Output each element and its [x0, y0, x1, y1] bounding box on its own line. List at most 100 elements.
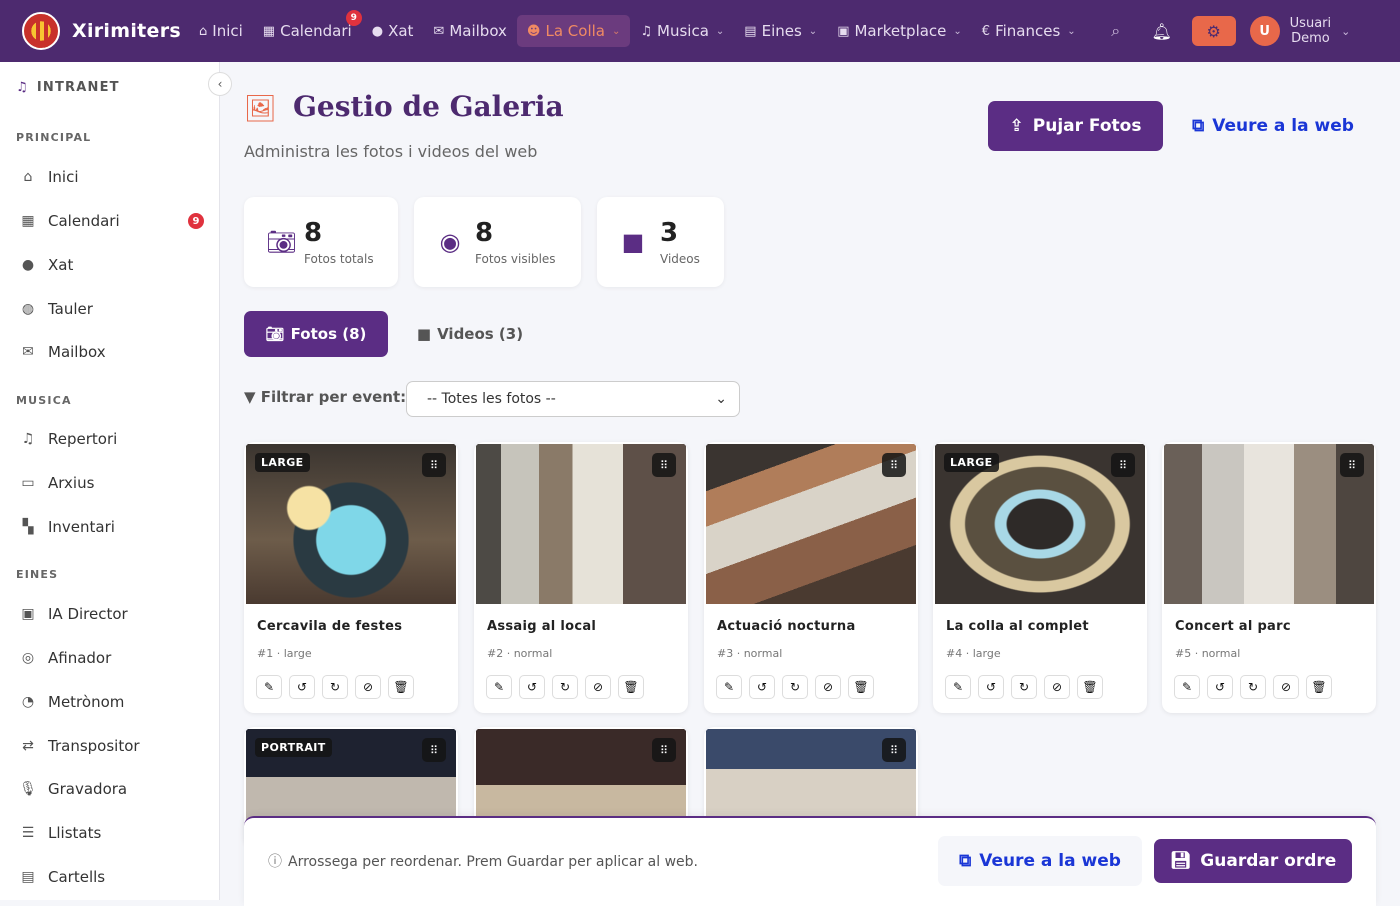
- photo-thumbnail: LARGE ⠿: [246, 444, 456, 604]
- music-icon: ♫: [21, 431, 35, 447]
- eye-slash-icon[interactable]: ⊘: [355, 675, 381, 699]
- user-menu[interactable]: Usuari Demo: [1290, 16, 1331, 46]
- photo-card[interactable]: ⠿ Assaig al local #2 · normal ✎ ↺ ↻ ⊘ 🗑︎: [474, 442, 688, 713]
- rotate-right-icon[interactable]: ↻: [322, 675, 348, 699]
- trash-icon[interactable]: 🗑︎: [848, 675, 874, 699]
- edit-icon[interactable]: ✎: [256, 675, 282, 699]
- photo-card[interactable]: LARGE ⠿ La colla al complet #4 · large ✎ ↺…: [933, 442, 1147, 713]
- sidebar-item-gravadora[interactable]: 🎙︎ Gravadora: [16, 774, 206, 804]
- nav-eines[interactable]: ▤ Eines ⌄: [734, 15, 827, 47]
- sidebar-item-tauler[interactable]: ◍ Tauler: [16, 294, 206, 324]
- music-icon: ♫: [16, 80, 29, 95]
- drag-handle-icon[interactable]: ⠿: [1340, 453, 1364, 477]
- photo-card[interactable]: ⠿ Actuació nocturna #3 · normal ✎ ↺ ↻ ⊘ 🗑︎: [704, 442, 918, 713]
- sidebar-item-inici[interactable]: ⌂ Inici: [16, 162, 206, 192]
- edit-icon[interactable]: ✎: [1174, 675, 1200, 699]
- nav-xat[interactable]: ● Xat: [362, 15, 424, 47]
- chevron-down-icon[interactable]: ⌄: [1341, 25, 1350, 38]
- rotate-left-icon[interactable]: ↺: [519, 675, 545, 699]
- sidebar-item-calendari[interactable]: ▦ Calendari 9: [16, 206, 206, 236]
- edit-icon[interactable]: ✎: [486, 675, 512, 699]
- settings-button[interactable]: ⚙: [1191, 16, 1236, 46]
- save-order-button[interactable]: 💾︎ Guardar ordre: [1154, 839, 1352, 883]
- upload-icon: ⇪: [1009, 116, 1024, 136]
- upload-photos-button[interactable]: ⇪ Pujar Fotos: [988, 101, 1163, 151]
- sidebar-item-label: Repertori: [48, 430, 118, 448]
- trash-icon[interactable]: 🗑︎: [1077, 675, 1103, 699]
- sidebar-item-repertori[interactable]: ♫ Repertori: [16, 424, 206, 454]
- edit-icon[interactable]: ✎: [945, 675, 971, 699]
- sidebar-item-llistats[interactable]: ☰ Llistats: [16, 818, 206, 848]
- nav-finances[interactable]: € Finances ⌄: [972, 15, 1086, 47]
- tab-photos[interactable]: 📷︎ Fotos (8): [244, 311, 388, 357]
- nav-label: Musica: [657, 22, 709, 40]
- rotate-right-icon[interactable]: ↻: [552, 675, 578, 699]
- stat-card-total-photos: 📷︎ 8 Fotos totals: [244, 197, 398, 287]
- list-icon: ☰: [21, 825, 35, 841]
- sidebar-item-cartells[interactable]: ▤ Cartells: [16, 862, 206, 892]
- sidebar-item-label: Xat: [48, 256, 74, 274]
- eye-slash-icon[interactable]: ⊘: [1044, 675, 1070, 699]
- eye-slash-icon[interactable]: ⊘: [1273, 675, 1299, 699]
- rotate-left-icon[interactable]: ↺: [1207, 675, 1233, 699]
- nav-calendari[interactable]: ▦ Calendari 9: [253, 10, 362, 47]
- trash-icon[interactable]: 🗑︎: [388, 675, 414, 699]
- nav-la-colla[interactable]: ☻ La Colla ⌄: [516, 15, 631, 47]
- rotate-left-icon[interactable]: ↺: [749, 675, 775, 699]
- drag-handle-icon[interactable]: ⠿: [652, 453, 676, 477]
- home-icon: ⌂: [23, 169, 33, 185]
- nav-musica[interactable]: ♫ Musica ⌄: [630, 15, 734, 47]
- photo-card[interactable]: LARGE ⠿ Cercavila de festes #1 · large ✎ ↺…: [244, 442, 458, 713]
- drag-handle-icon[interactable]: ⠿: [422, 453, 446, 477]
- nav-inici[interactable]: ⌂ Inici: [189, 15, 253, 47]
- sidebar-item-afinador[interactable]: ◎ Afinador: [16, 643, 206, 673]
- bell-icon[interactable]: 🔔︎: [1146, 15, 1178, 47]
- rotate-right-icon[interactable]: ↻: [782, 675, 808, 699]
- sidebar-item-mailbox[interactable]: ✉ Mailbox: [16, 337, 206, 367]
- footer-view-web-button[interactable]: ⧉ Veure a la web: [938, 836, 1142, 886]
- nav-marketplace[interactable]: ▣ Marketplace ⌄: [827, 15, 972, 47]
- sidebar-item-metronom[interactable]: ◔ Metrònom: [16, 687, 206, 717]
- photo-meta: #5 · normal: [1175, 647, 1241, 660]
- view-web-link[interactable]: ⧉ Veure a la web: [1190, 101, 1356, 151]
- sidebar-item-transpositor[interactable]: ⇄ Transpositor: [16, 731, 206, 761]
- rotate-left-icon[interactable]: ↺: [289, 675, 315, 699]
- avatar[interactable]: U: [1249, 16, 1280, 46]
- rotate-left-icon[interactable]: ↺: [978, 675, 1004, 699]
- stat-value: 8: [304, 218, 323, 248]
- photo-title: Actuació nocturna: [717, 619, 856, 634]
- edit-icon[interactable]: ✎: [716, 675, 742, 699]
- music-icon: ♫: [640, 23, 653, 39]
- sidebar-item-label: Calendari: [48, 212, 120, 230]
- search-icon[interactable]: ⌕: [1100, 15, 1132, 47]
- nav-mailbox[interactable]: ✉ Mailbox: [423, 15, 517, 47]
- store-icon: ▣: [837, 23, 850, 39]
- drag-handle-icon[interactable]: ⠿: [422, 738, 446, 762]
- trash-icon[interactable]: 🗑︎: [618, 675, 644, 699]
- sidebar-item-inventari[interactable]: ▚ Inventari: [16, 512, 206, 542]
- sidebar-item-ia-director[interactable]: ▣ IA Director: [16, 599, 206, 629]
- drag-handle-icon[interactable]: ⠿: [1111, 453, 1135, 477]
- trash-icon[interactable]: 🗑︎: [1306, 675, 1332, 699]
- filter-icon: ▼: [244, 388, 256, 406]
- sidebar-collapse-button[interactable]: ‹: [208, 72, 232, 96]
- eye-slash-icon[interactable]: ⊘: [815, 675, 841, 699]
- tab-videos[interactable]: ■ Videos (3): [410, 311, 530, 357]
- brand[interactable]: Xirimiters: [22, 12, 181, 50]
- upload-label: Pujar Fotos: [1032, 116, 1142, 136]
- sidebar-item-arxius[interactable]: ▭ Arxius: [16, 468, 206, 498]
- nav-label: Finances: [995, 22, 1061, 40]
- drag-handle-icon[interactable]: ⠿: [652, 738, 676, 762]
- boxes-icon: ▚: [22, 519, 34, 535]
- drag-handle-icon[interactable]: ⠿: [882, 738, 906, 762]
- photo-card[interactable]: ⠿ Concert al parc #5 · normal ✎ ↺ ↻ ⊘ 🗑︎: [1162, 442, 1376, 713]
- sidebar-section-title: MUSICA: [16, 394, 72, 407]
- event-filter-select[interactable]: -- Totes les fotos -- ⌄: [406, 381, 740, 417]
- drag-handle-icon[interactable]: ⠿: [882, 453, 906, 477]
- nav-label: Mailbox: [449, 22, 507, 40]
- stat-label: Videos: [660, 252, 700, 266]
- rotate-right-icon[interactable]: ↻: [1011, 675, 1037, 699]
- eye-slash-icon[interactable]: ⊘: [585, 675, 611, 699]
- sidebar-item-xat[interactable]: ● Xat: [16, 250, 206, 280]
- rotate-right-icon[interactable]: ↻: [1240, 675, 1266, 699]
